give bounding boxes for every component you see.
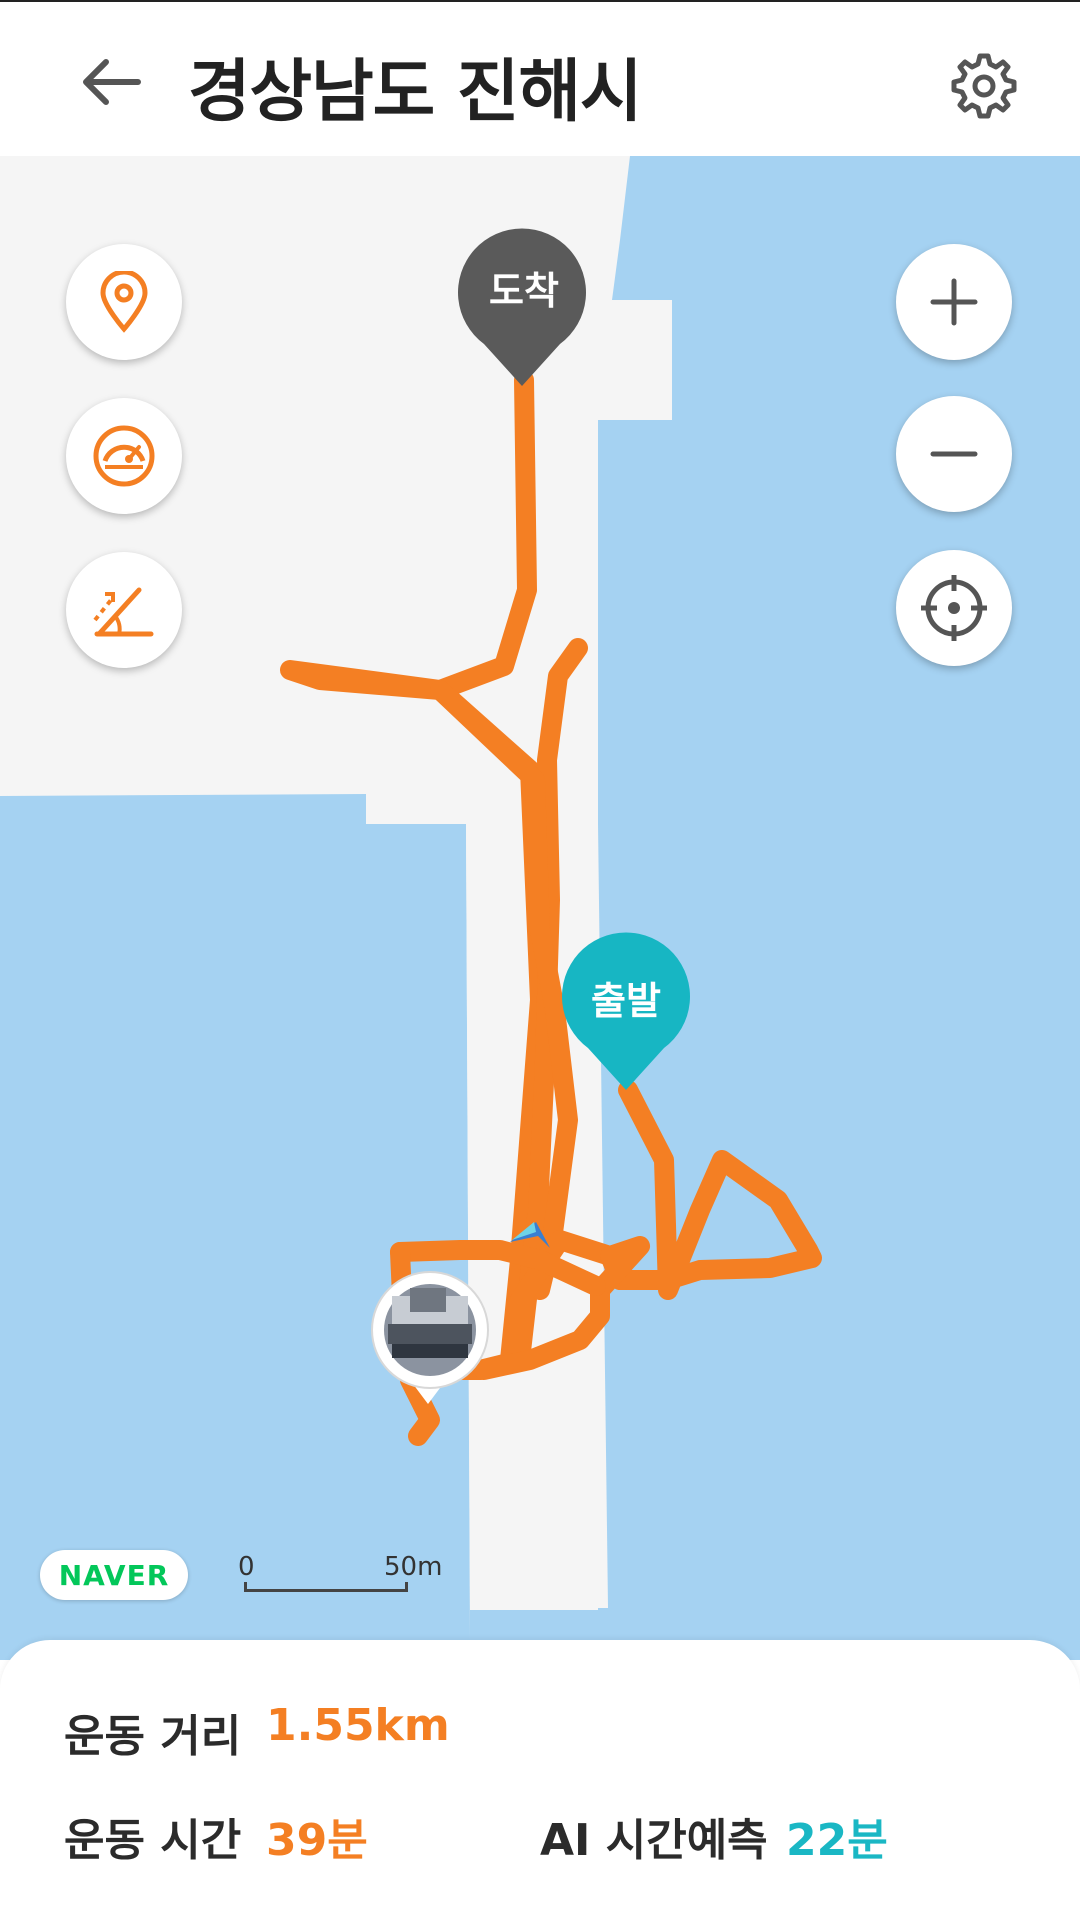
distance-label: 운동 거리 (64, 1711, 242, 1762)
plus-icon (930, 278, 978, 326)
slope-icon (93, 587, 154, 637)
zoom-out-button[interactable] (896, 396, 1012, 512)
location-pin-icon (100, 271, 148, 333)
distance-value: 1.55km (266, 1700, 450, 1751)
naver-logo: NAVER (40, 1550, 188, 1600)
stats-panel: 운동 거리 1.55km 운동 시간 39분 AI 시간예측 22분 (0, 1640, 1080, 1920)
poi-button[interactable] (66, 244, 182, 360)
scale-zero-label: 0 (238, 1552, 255, 1582)
page-title: 경상남도 진해시 (188, 53, 643, 132)
speed-button[interactable] (66, 398, 182, 514)
zoom-in-button[interactable] (896, 244, 1012, 360)
time-label: 운동 시간 (64, 1815, 242, 1866)
top-bar: 경상남도 진해시 (0, 0, 1080, 156)
ai-time-value: 22분 (786, 1815, 888, 1866)
back-arrow-icon (83, 59, 141, 105)
scale-bar (244, 1582, 408, 1592)
speedometer-icon (93, 425, 155, 487)
start-marker-label: 출발 (591, 979, 661, 1023)
minus-icon (930, 451, 978, 457)
end-marker-label: 도착 (489, 269, 559, 313)
back-button[interactable] (70, 47, 150, 117)
settings-button[interactable] (944, 46, 1024, 126)
time-value: 39분 (266, 1815, 368, 1866)
current-location-button[interactable] (896, 550, 1012, 666)
slope-button[interactable] (66, 552, 182, 668)
ai-time-label: AI 시간예측 (540, 1815, 768, 1866)
gear-icon (951, 53, 1017, 119)
map-view[interactable]: 도착 출발 NAVER 0 50m (0, 156, 1080, 1660)
scale-distance-label: 50m (384, 1552, 443, 1582)
crosshair-icon (921, 575, 987, 641)
